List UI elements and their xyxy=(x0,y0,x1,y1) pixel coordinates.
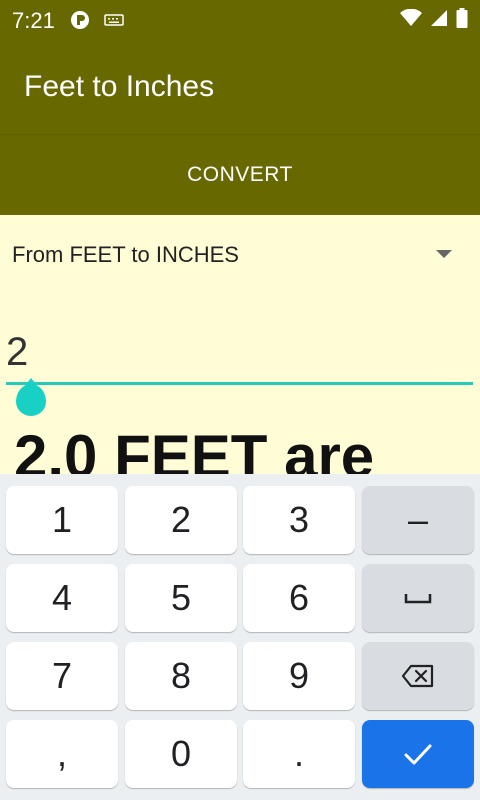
keyboard-icon xyxy=(104,14,124,26)
key-2[interactable]: 2 xyxy=(125,486,237,554)
check-icon xyxy=(404,744,432,765)
app-title: Feet to Inches xyxy=(24,70,215,103)
key-period[interactable]: . xyxy=(243,720,355,788)
app-bar: Feet to Inches xyxy=(0,40,480,134)
status-right-icons xyxy=(400,8,468,28)
wifi-icon xyxy=(400,9,422,26)
dropdown-arrow-icon xyxy=(436,250,452,258)
key-comma[interactable]: , xyxy=(6,720,118,788)
input-underline xyxy=(6,382,473,385)
key-0[interactable]: 0 xyxy=(125,720,237,788)
input-area xyxy=(0,300,480,420)
text-cursor-handle[interactable] xyxy=(16,378,46,416)
key-5[interactable]: 5 xyxy=(125,564,237,632)
tab-convert[interactable]: CONVERT xyxy=(0,135,480,215)
tab-bar: CONVERT xyxy=(0,134,480,215)
key-8[interactable]: 8 xyxy=(125,642,237,710)
app-circle-icon xyxy=(71,11,89,29)
key-backspace[interactable] xyxy=(362,642,474,710)
key-minus[interactable]: – xyxy=(362,486,474,554)
space-icon xyxy=(404,594,432,604)
key-6[interactable]: 6 xyxy=(243,564,355,632)
key-1[interactable]: 1 xyxy=(6,486,118,554)
status-bar: 7:21 xyxy=(0,0,480,40)
key-4[interactable]: 4 xyxy=(6,564,118,632)
signal-icon xyxy=(431,10,447,26)
battery-icon xyxy=(456,8,468,28)
key-space[interactable] xyxy=(362,564,474,632)
key-7[interactable]: 7 xyxy=(6,642,118,710)
unit-spinner[interactable]: From FEET to INCHES xyxy=(0,214,480,294)
key-9[interactable]: 9 xyxy=(243,642,355,710)
status-time: 7:21 xyxy=(12,8,55,33)
feet-input[interactable] xyxy=(6,322,472,382)
backspace-icon xyxy=(401,664,434,688)
status-left-icons xyxy=(70,10,124,30)
soft-keyboard: 1 2 3 – 4 5 6 7 8 9 , 0 . xyxy=(0,474,480,800)
key-3[interactable]: 3 xyxy=(243,486,355,554)
key-done[interactable] xyxy=(362,720,474,788)
spinner-selected-value: From FEET to INCHES xyxy=(12,242,239,267)
